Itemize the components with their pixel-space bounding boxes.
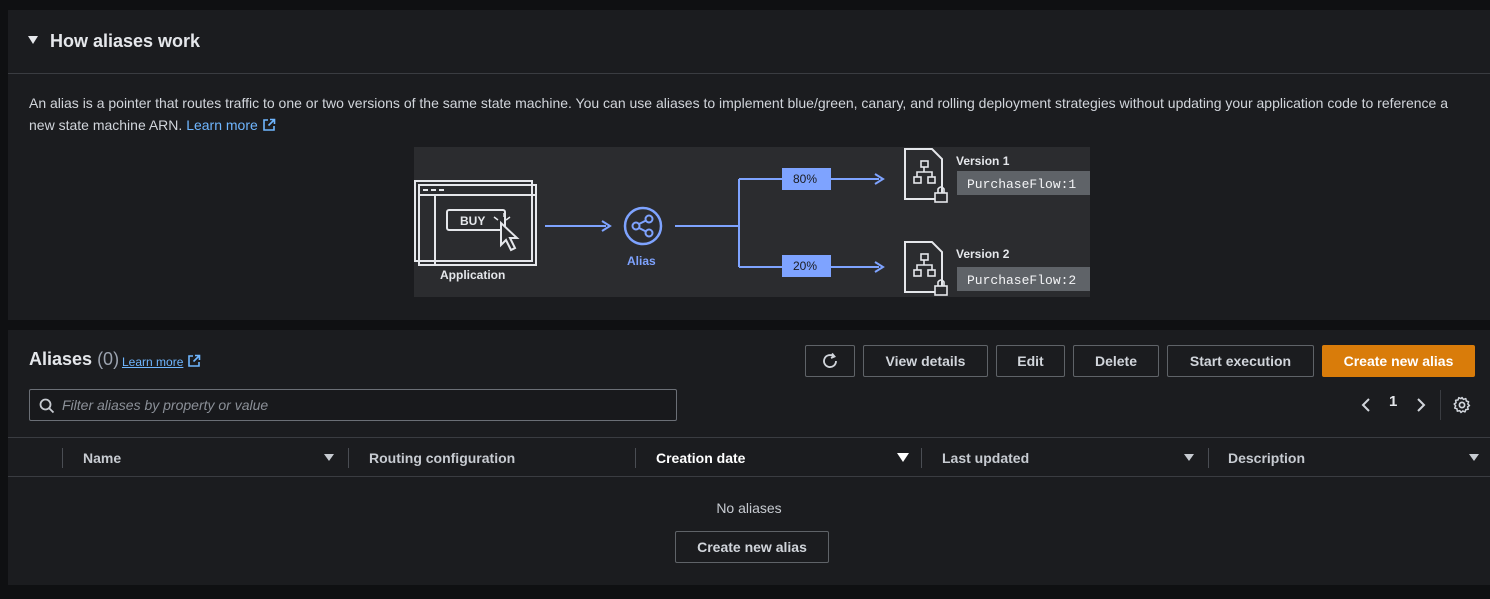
aliases-heading: Aliases (0) <box>29 349 119 370</box>
external-link-icon <box>262 118 276 131</box>
view-details-button[interactable]: View details <box>863 345 988 377</box>
refresh-icon <box>823 352 837 368</box>
column-divider <box>348 448 349 468</box>
alias-share-icon <box>623 206 663 246</box>
alias-diagram: BUY Application Alias 80% 20% Version 1 … <box>414 147 1090 297</box>
sort-description-icon[interactable] <box>1469 454 1479 461</box>
learn-more-label[interactable]: Learn more <box>186 117 258 133</box>
section-title[interactable]: How aliases work <box>50 31 200 52</box>
version-1-label: Version 1 <box>956 154 1010 168</box>
start-execution-button[interactable]: Start execution <box>1167 345 1314 377</box>
buy-label: BUY <box>460 214 485 228</box>
empty-state-text: No aliases <box>716 500 782 516</box>
column-description[interactable]: Description <box>1228 450 1305 466</box>
table-header: Name Routing configuration Creation date… <box>8 437 1490 477</box>
search-input[interactable] <box>62 390 662 420</box>
current-page-number[interactable]: 1 <box>1389 393 1397 410</box>
pager-divider <box>1440 390 1441 420</box>
next-page-icon[interactable] <box>1415 397 1427 413</box>
column-last-updated[interactable]: Last updated <box>942 450 1029 466</box>
column-routing-configuration[interactable]: Routing configuration <box>369 450 515 466</box>
expandable-header[interactable]: How aliases work <box>8 10 1490 74</box>
delete-button[interactable]: Delete <box>1073 345 1159 377</box>
version-1-name: PurchaseFlow:1 <box>967 177 1076 192</box>
column-creation-date[interactable]: Creation date <box>656 450 745 466</box>
column-name[interactable]: Name <box>83 450 121 466</box>
version-2-document-icon <box>904 241 948 296</box>
description: An alias is a pointer that routes traffi… <box>29 92 1449 136</box>
aliases-count: (0) <box>97 349 120 369</box>
external-link-icon <box>188 354 201 367</box>
column-divider <box>1208 448 1209 468</box>
sort-creation-date-icon[interactable] <box>897 453 909 462</box>
version-2-name: PurchaseFlow:2 <box>967 273 1076 288</box>
aliases-panel: Aliases (0) Learn more View details Edit… <box>8 330 1490 585</box>
column-divider <box>635 448 636 468</box>
aliases-learn-more-link[interactable]: Learn more <box>122 354 201 369</box>
search-icon <box>39 398 55 414</box>
split-label-2: 20% <box>793 259 817 273</box>
refresh-button[interactable] <box>805 345 855 377</box>
column-divider <box>62 448 63 468</box>
empty-create-new-alias-button[interactable]: Create new alias <box>675 531 829 563</box>
sort-last-updated-icon[interactable] <box>1184 454 1194 461</box>
previous-page-icon[interactable] <box>1360 397 1372 413</box>
aliases-learn-more-label[interactable]: Learn more <box>122 355 183 369</box>
alias-label: Alias <box>627 254 656 268</box>
split-label-1: 80% <box>793 172 817 186</box>
how-aliases-work-panel: How aliases work An alias is a pointer t… <box>8 10 1490 320</box>
gear-icon[interactable] <box>1453 396 1471 414</box>
application-label: Application <box>440 268 505 282</box>
alias-diagram-svg: BUY Application Alias 80% 20% Version 1 … <box>414 148 1090 296</box>
search-box[interactable] <box>29 389 677 421</box>
column-divider <box>921 448 922 468</box>
learn-more-link[interactable]: Learn more <box>186 117 276 133</box>
version-2-label: Version 2 <box>956 247 1010 261</box>
edit-button[interactable]: Edit <box>996 345 1065 377</box>
version-1-document-icon <box>904 148 948 203</box>
aliases-title: Aliases <box>29 349 93 369</box>
sort-name-icon[interactable] <box>324 454 334 461</box>
caret-down-icon[interactable] <box>28 36 38 44</box>
create-new-alias-button[interactable]: Create new alias <box>1322 345 1475 377</box>
